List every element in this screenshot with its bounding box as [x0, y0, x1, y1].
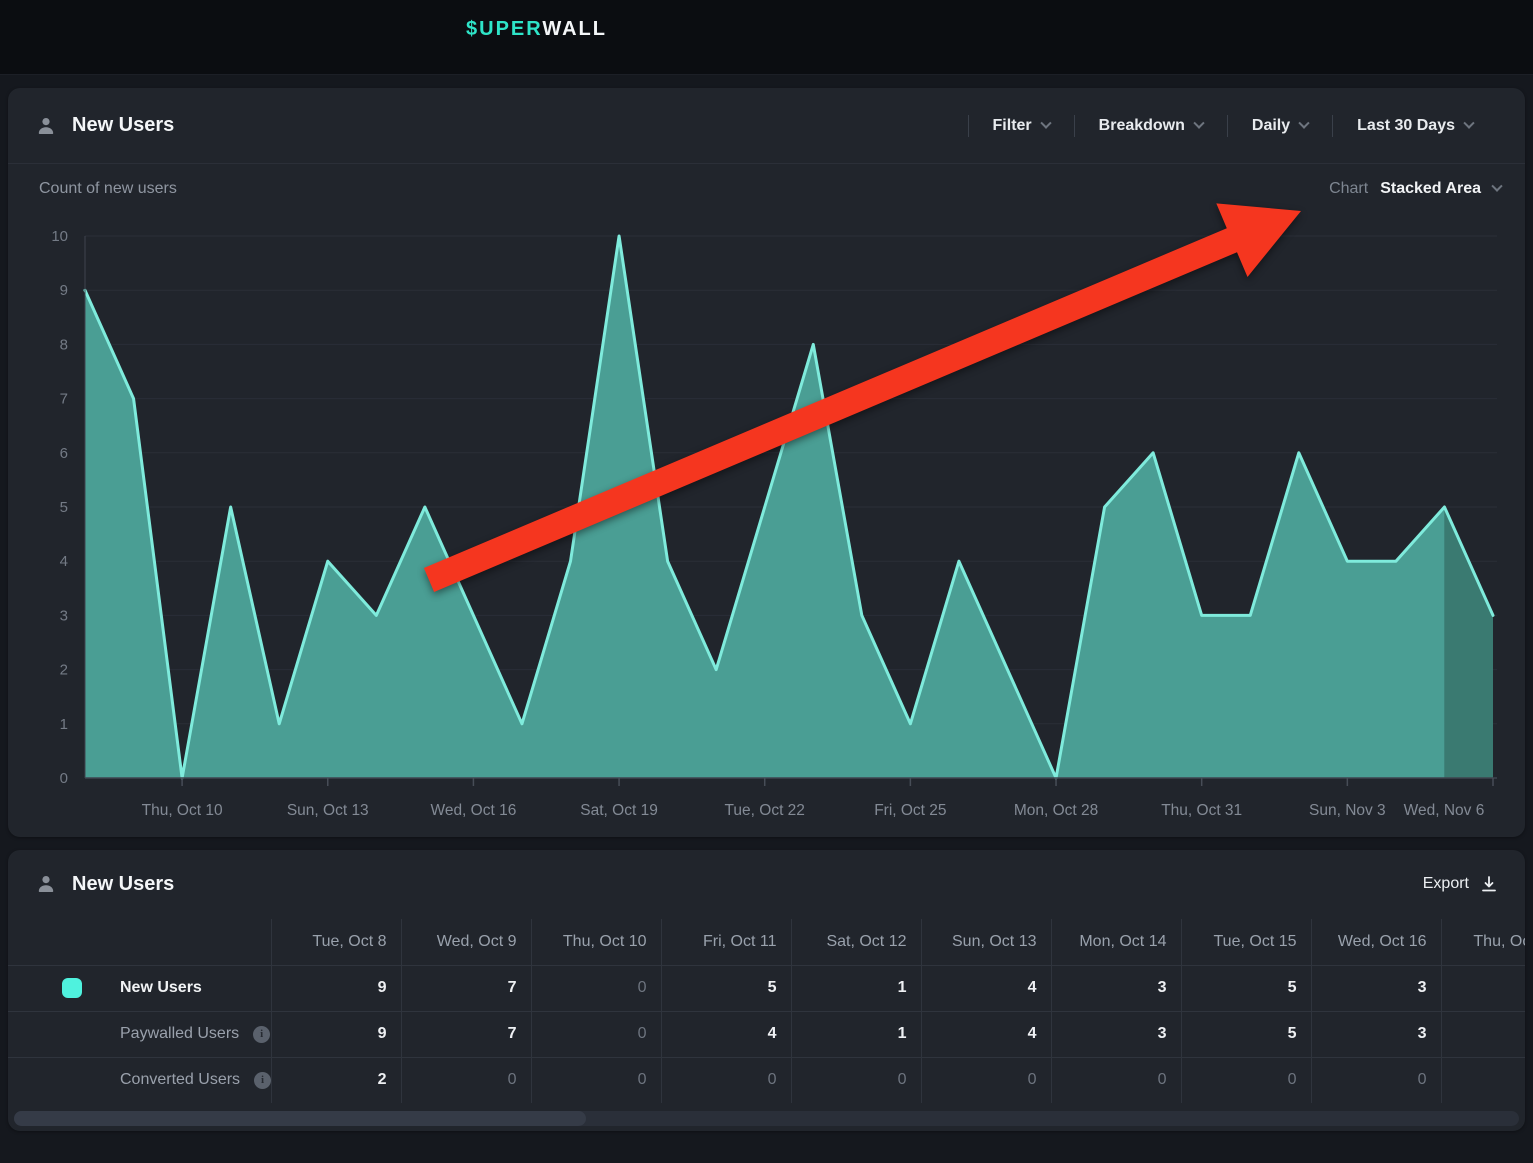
- person-icon: [36, 874, 56, 894]
- top-navigation-bar: $UPERWALL: [0, 0, 1533, 75]
- table-cell: 0: [531, 1011, 661, 1057]
- info-icon[interactable]: i: [253, 1026, 270, 1043]
- table-cell: 4: [921, 1011, 1051, 1057]
- new-users-chart-card: New Users Filter Breakdown Daily Last 30…: [8, 88, 1525, 837]
- x-axis-tick-label: Thu, Oct 10: [142, 802, 223, 819]
- table-cell: 5: [661, 965, 791, 1011]
- table-cell: 3: [1051, 1011, 1181, 1057]
- x-axis-tick-label: Sun, Nov 3: [1309, 802, 1386, 819]
- y-axis-tick-label: 1: [60, 716, 68, 733]
- x-axis-tick-label: Thu, Oct 31: [1161, 802, 1242, 819]
- table-cell: [1441, 965, 1525, 1011]
- table-cell: 0: [791, 1057, 921, 1103]
- table-cell: 5: [1181, 965, 1311, 1011]
- table-cell: 0: [661, 1057, 791, 1103]
- area-chart[interactable]: 0 1 2 3 4 5 6 7 8 9 10 Thu, Oct 10 Sun, Oct 13 Wed, O…: [8, 88, 1525, 837]
- y-axis-tick-label: 9: [60, 282, 68, 299]
- superwall-logo[interactable]: $UPERWALL: [466, 18, 607, 41]
- table-corner-cell: [8, 919, 271, 965]
- table-row: Converted Usersi200000000: [8, 1057, 1525, 1103]
- row-label-cell: New Users: [8, 965, 271, 1011]
- table-cell: 1: [791, 965, 921, 1011]
- x-axis-tick-label: Sat, Oct 19: [580, 802, 658, 819]
- table-cell: [1441, 1057, 1525, 1103]
- x-axis-tick-label: Fri, Oct 25: [874, 802, 946, 819]
- row-label-text: Paywalled Users: [120, 1025, 239, 1043]
- column-header: Sat, Oct 12: [791, 919, 921, 965]
- row-label: New Users: [120, 979, 202, 997]
- x-axis-tick-label: Tue, Oct 22: [725, 802, 805, 819]
- x-axis-tick-label: Sun, Oct 13: [287, 802, 369, 819]
- table-cell: 0: [1051, 1057, 1181, 1103]
- scrollbar-thumb[interactable]: [14, 1111, 586, 1126]
- column-header: Thu, Oct 17: [1441, 919, 1525, 965]
- column-header: Wed, Oct 9: [401, 919, 531, 965]
- table-cell: 4: [661, 1011, 791, 1057]
- table-cell: 0: [1311, 1057, 1441, 1103]
- y-axis-tick-label: 8: [60, 336, 68, 353]
- export-button[interactable]: Export: [1423, 875, 1497, 893]
- table-row: Paywalled Usersi970414353: [8, 1011, 1525, 1057]
- y-axis-tick-label: 4: [60, 553, 68, 570]
- series-color-swatch: [62, 978, 82, 998]
- y-axis-tick-label: 6: [60, 445, 68, 462]
- column-header: Tue, Oct 15: [1181, 919, 1311, 965]
- table-row: New Users970514353: [8, 965, 1525, 1011]
- table-cell: 5: [1181, 1011, 1311, 1057]
- table-cell: 4: [921, 965, 1051, 1011]
- new-users-table: Tue, Oct 8Wed, Oct 9Thu, Oct 10Fri, Oct …: [8, 919, 1525, 1103]
- table-cell: 2: [271, 1057, 401, 1103]
- column-header: Thu, Oct 10: [531, 919, 661, 965]
- table-cell: 7: [401, 1011, 531, 1057]
- table-cell: 0: [531, 1057, 661, 1103]
- row-label-text: New Users: [120, 979, 202, 997]
- column-header: Sun, Oct 13: [921, 919, 1051, 965]
- x-axis-tick-label: Mon, Oct 28: [1014, 802, 1098, 819]
- row-label-cell: Converted Users i: [8, 1057, 271, 1103]
- y-axis-tick-label: 10: [51, 228, 68, 245]
- table-cell: 0: [1181, 1057, 1311, 1103]
- info-icon[interactable]: i: [254, 1072, 271, 1089]
- table-card-header: New Users Export: [8, 850, 1525, 918]
- logo-white-part: WALL: [542, 18, 607, 40]
- table-cell: 0: [401, 1057, 531, 1103]
- table-cell: 7: [401, 965, 531, 1011]
- y-axis-tick-label: 7: [60, 391, 68, 408]
- area-fill-partial-day: [1444, 507, 1493, 778]
- y-axis-tick-label: 5: [60, 499, 68, 516]
- new-users-table-card: New Users Export Tue, Oct 8Wed, Oct 9Thu…: [8, 850, 1525, 1131]
- table-cell: [1441, 1011, 1525, 1057]
- column-header: Tue, Oct 8: [271, 919, 401, 965]
- column-header: Wed, Oct 16: [1311, 919, 1441, 965]
- download-icon: [1481, 876, 1497, 893]
- x-axis-tick-label: Wed, Nov 6: [1404, 802, 1485, 819]
- column-header: Fri, Oct 11: [661, 919, 791, 965]
- y-axis-tick-label: 0: [60, 770, 68, 787]
- horizontal-scrollbar[interactable]: [14, 1111, 1519, 1126]
- table-cell: 9: [271, 1011, 401, 1057]
- table-cell: 9: [271, 965, 401, 1011]
- row-label-text: Converted Users: [120, 1071, 240, 1089]
- column-header: Mon, Oct 14: [1051, 919, 1181, 965]
- table-cell: 1: [791, 1011, 921, 1057]
- row-label: Paywalled Users i: [120, 1025, 270, 1043]
- table-cell: 3: [1311, 1011, 1441, 1057]
- y-axis-tick-label: 2: [60, 662, 68, 679]
- table-header-row: Tue, Oct 8Wed, Oct 9Thu, Oct 10Fri, Oct …: [8, 919, 1525, 965]
- x-axis-tick-label: Wed, Oct 16: [430, 802, 516, 819]
- table-cell: 0: [531, 965, 661, 1011]
- export-label: Export: [1423, 875, 1469, 893]
- logo-teal-part: $UPER: [466, 18, 542, 40]
- table-cell: 0: [921, 1057, 1051, 1103]
- table-cell: 3: [1051, 965, 1181, 1011]
- row-label: Converted Users i: [120, 1071, 271, 1089]
- y-axis-tick-label: 3: [60, 607, 68, 624]
- table-card-title: New Users: [72, 873, 174, 896]
- row-label-cell: Paywalled Users i: [8, 1011, 271, 1057]
- table-cell: 3: [1311, 965, 1441, 1011]
